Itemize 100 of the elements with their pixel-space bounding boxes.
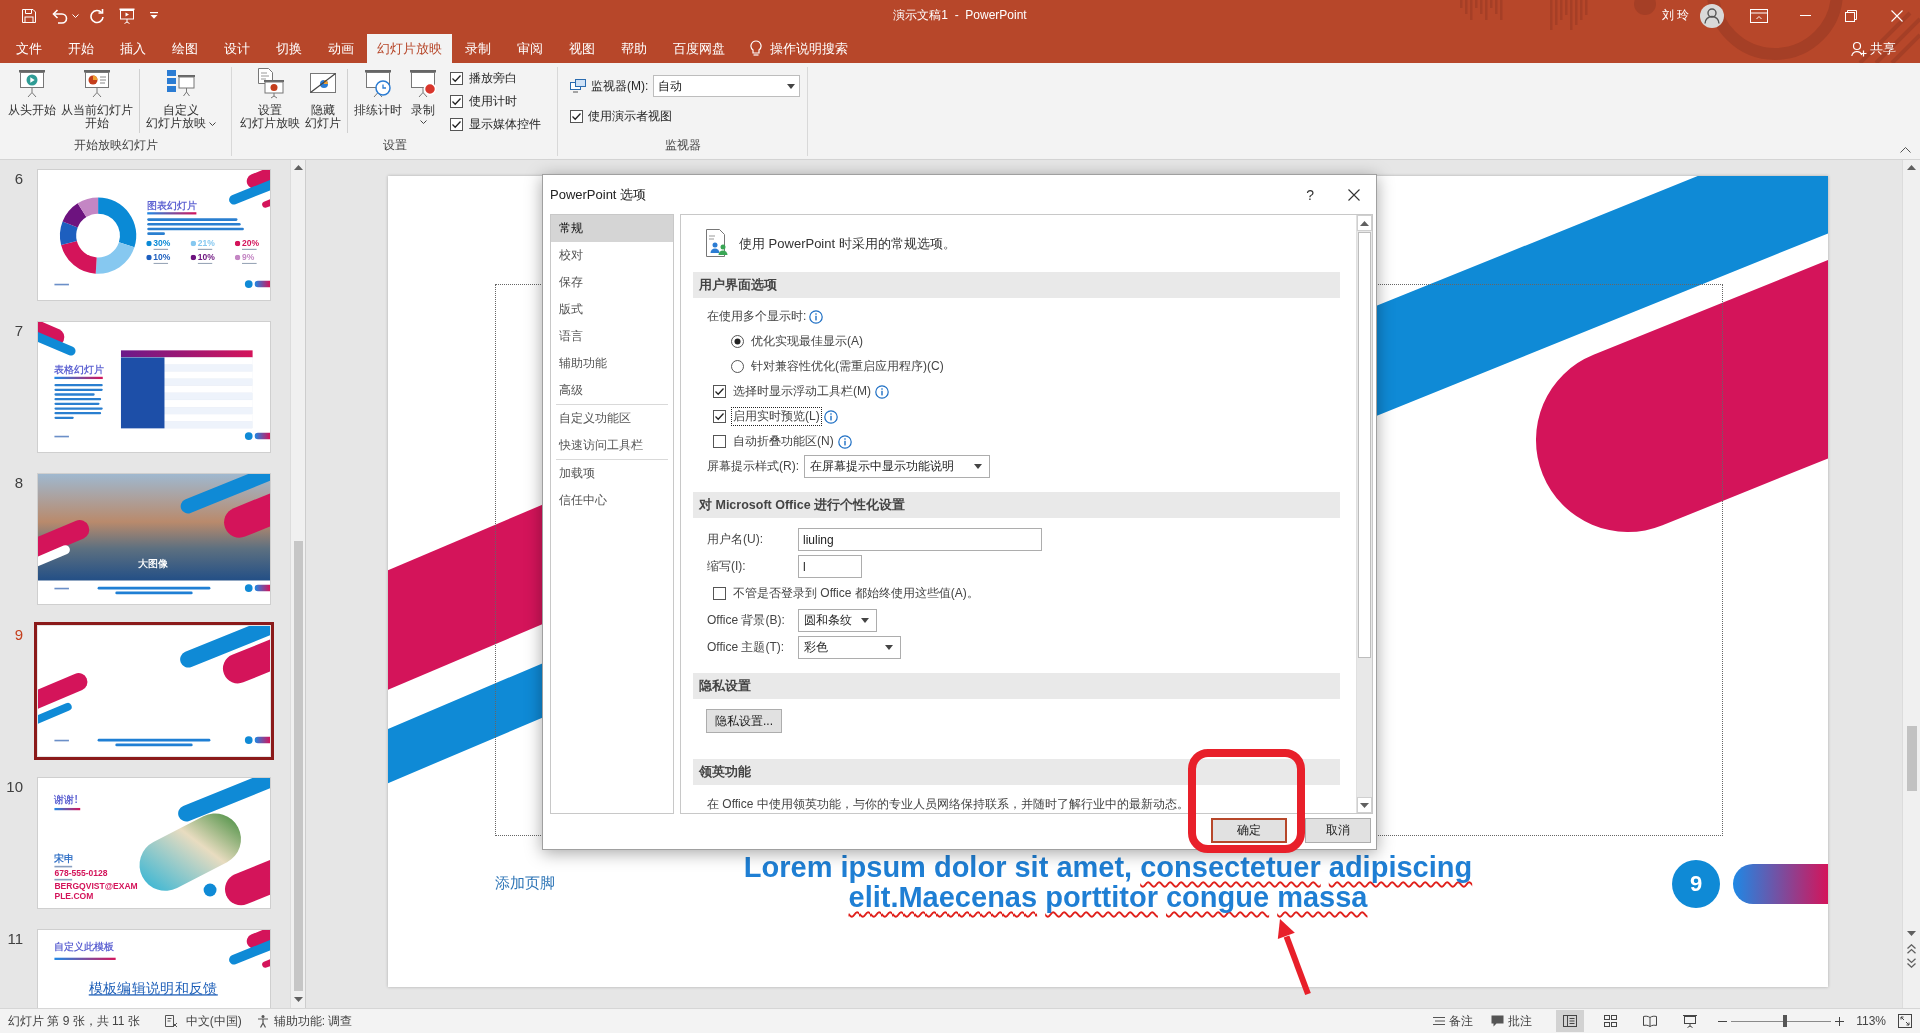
text-field[interactable]: liuling (798, 528, 1042, 551)
text-field[interactable]: l (798, 555, 862, 578)
ribbon-button[interactable]: 设置 幻灯片放映 (240, 67, 300, 132)
scroll-down-icon[interactable] (1360, 802, 1369, 808)
comments-button[interactable]: 批注 (1487, 1010, 1537, 1032)
repeat-icon[interactable] (89, 7, 105, 24)
checkbox-label[interactable]: 启用实时预览(L) (732, 408, 821, 425)
ribbon-button[interactable]: 录制 (407, 67, 439, 129)
restore-icon[interactable] (1845, 9, 1857, 22)
radio-button[interactable] (731, 335, 744, 348)
view-button[interactable] (1556, 1010, 1585, 1032)
dropdown[interactable]: 圆和条纹 (798, 609, 877, 632)
ribbon-tab[interactable]: 幻灯片放映 (367, 34, 452, 63)
scrollbar-thumb[interactable] (1358, 232, 1371, 658)
accessibility-text[interactable]: 辅助功能: 调查 (273, 1012, 353, 1030)
undo-icon[interactable] (50, 7, 68, 24)
checkbox-label[interactable]: 播放旁白 (469, 70, 517, 87)
checkbox-label[interactable]: 使用演示者视图 (588, 107, 672, 125)
ribbon-button[interactable]: 隐藏 幻灯片 (305, 67, 341, 132)
notes-button[interactable]: 备注 (1429, 1010, 1478, 1032)
dropdown[interactable]: 彩色 (798, 636, 901, 659)
scrollbar-thumb[interactable] (293, 541, 303, 991)
next-slide-icon[interactable] (1907, 958, 1916, 968)
checkbox-label[interactable]: 显示媒体控件 (469, 116, 541, 133)
checkbox[interactable] (570, 109, 583, 123)
ribbon-button[interactable]: 从头开始 (8, 67, 56, 119)
tell-me-search[interactable]: 操作说明搜索 (748, 34, 850, 63)
category-item[interactable]: 语言 (551, 323, 673, 350)
checkbox[interactable] (713, 435, 726, 448)
ribbon-tab[interactable]: 绘图 (159, 34, 211, 63)
close-icon[interactable] (1348, 188, 1360, 201)
caret-icon[interactable] (72, 13, 79, 18)
dialog-button[interactable]: 确定 (1211, 818, 1287, 843)
category-item[interactable]: 加载项 (551, 460, 673, 487)
zoom-level-text[interactable]: 113% (1856, 1014, 1886, 1028)
spelling-check-icon[interactable] (163, 1014, 178, 1028)
checkbox-label[interactable]: 选择时显示浮动工具栏(M) (732, 383, 872, 400)
footer-placeholder[interactable]: 添加页脚 (495, 873, 555, 893)
ribbon-tab[interactable]: 百度网盘 (660, 34, 738, 63)
category-item[interactable]: 高级 (551, 377, 673, 404)
slideshow-icon[interactable] (119, 7, 135, 24)
scrollbar-thumb[interactable] (1906, 726, 1917, 791)
slide-body-text[interactable]: Lorem ipsum dolor sit amet, consectetuer adipiscing elit.Maecenas porttitor congue massa (718, 852, 1498, 912)
radio-label[interactable]: 针对兼容性优化(需重启应用程序)(C) (750, 358, 945, 375)
dropdown[interactable]: 在屏幕提示中显示功能说明 (804, 455, 990, 478)
checkbox-label[interactable]: 自动折叠功能区(N) (732, 433, 835, 450)
slide-thumbnail[interactable]: 自定义此模板 模板编辑说明和反馈 (38, 930, 270, 1008)
language-text[interactable]: 中文(中国) (185, 1012, 242, 1030)
accessibility-icon[interactable] (255, 1014, 270, 1028)
radio-button[interactable] (731, 360, 744, 373)
avatar-icon[interactable] (1700, 3, 1724, 28)
previous-slide-icon[interactable] (1907, 944, 1916, 954)
ribbon-tab[interactable]: 录制 (452, 34, 504, 63)
category-item[interactable]: 校对 (551, 242, 673, 269)
category-item[interactable]: 版式 (551, 296, 673, 323)
zoom-slider-thumb[interactable] (1783, 1015, 1788, 1027)
save-icon[interactable] (21, 7, 37, 24)
ribbon-tab[interactable]: 帮助 (608, 34, 660, 63)
scroll-up-icon[interactable] (1907, 165, 1916, 170)
scroll-up-icon[interactable] (293, 165, 303, 170)
checkbox[interactable] (450, 95, 463, 108)
user-name[interactable]: 刘 玲 (1661, 7, 1689, 24)
fit-to-window-icon[interactable] (1898, 1014, 1912, 1028)
ribbon-tab[interactable]: 开始 (55, 34, 107, 63)
checkbox[interactable] (713, 410, 726, 423)
checkbox[interactable] (450, 118, 463, 131)
ribbon-display-options-icon[interactable] (1750, 8, 1768, 23)
ribbon-button[interactable]: 排练计时 (354, 67, 402, 119)
checkbox[interactable] (713, 587, 726, 600)
ribbon-button[interactable]: 从当前幻灯片 开始 (61, 67, 133, 132)
ribbon-tab[interactable]: 切换 (263, 34, 315, 63)
settings-button[interactable]: 隐私设置... (706, 709, 782, 733)
ribbon-tab[interactable]: 文件 (3, 34, 55, 63)
collapse-ribbon-icon[interactable] (1900, 147, 1911, 153)
monitor-dropdown[interactable]: 自动 (653, 75, 801, 97)
slide-thumbnail[interactable]: 大图像 (38, 474, 270, 604)
help-button[interactable]: ? (1306, 186, 1314, 203)
category-item[interactable]: 信任中心 (551, 487, 673, 514)
category-item[interactable]: 辅助功能 (551, 350, 673, 377)
ribbon-tab[interactable]: 插入 (107, 34, 159, 63)
radio-label[interactable]: 优化实现最佳显示(A) (750, 333, 864, 350)
checkbox[interactable] (713, 385, 726, 398)
checkbox-label[interactable]: 使用计时 (469, 93, 517, 110)
dialog-button[interactable]: 取消 (1305, 818, 1371, 843)
zoom-in-icon[interactable] (1835, 1016, 1845, 1026)
slide-count-text[interactable]: 幻灯片 第 9 张，共 11 张 (8, 1012, 140, 1030)
scroll-up-icon[interactable] (1360, 220, 1369, 226)
slide-thumbnail[interactable]: 表格幻灯片 (38, 322, 270, 452)
ribbon-tab[interactable]: 视图 (556, 34, 608, 63)
customize-menu-icon[interactable] (150, 12, 158, 19)
ribbon-button[interactable]: 自定义 幻灯片放映 (146, 67, 216, 132)
ribbon-tab[interactable]: 动画 (315, 34, 367, 63)
slide-thumbnail[interactable]: 谢谢! 宋申 678-555-0128 BERGQVIST@EXAMPLE.COM (38, 778, 270, 908)
checkbox-label[interactable]: 不管是否登录到 Office 都始终使用这些值(A)。 (732, 585, 980, 602)
category-item[interactable]: 快速访问工具栏 (551, 432, 673, 459)
scroll-down-icon[interactable] (293, 997, 303, 1002)
checkbox[interactable] (450, 72, 463, 85)
ribbon-tab[interactable]: 设计 (211, 34, 263, 63)
category-item[interactable]: 常规 (551, 215, 673, 242)
slide-thumbnail[interactable]: 图表幻灯片 30% 21% 20% 10% 10% 9% (38, 170, 270, 300)
